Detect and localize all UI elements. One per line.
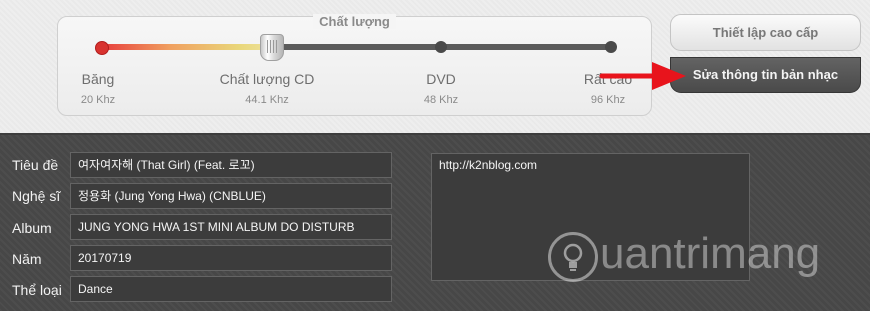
- album-label: Album: [12, 220, 52, 236]
- album-field[interactable]: JUNG YONG HWA 1ST MINI ALBUM DO DISTURB: [70, 214, 392, 240]
- genre-field[interactable]: Dance: [70, 276, 392, 302]
- quality-level-name: DVD: [426, 71, 456, 87]
- quality-level-name: Băng: [81, 71, 115, 87]
- quality-stop-very-high[interactable]: [605, 41, 617, 53]
- title-label: Tiêu đề: [12, 157, 59, 173]
- quality-stop-dvd[interactable]: [435, 41, 448, 53]
- quality-level-rate: 96 Khz: [590, 94, 626, 106]
- artist-label: Nghệ sĩ: [12, 188, 61, 204]
- lightbulb-icon: [548, 232, 598, 282]
- artist-field[interactable]: 정용화 (Jung Yong Hwa) (CNBLUE): [70, 183, 392, 209]
- red-arrow-icon: [599, 62, 686, 90]
- quality-title: Chất lượng: [58, 14, 651, 29]
- watermark: uantrimang: [548, 229, 838, 289]
- quality-level-rate: 48 Khz: [423, 94, 459, 106]
- advanced-settings-button[interactable]: Thiết lập cao cấp: [670, 14, 861, 51]
- edit-tags-button[interactable]: Sửa thông tin bản nhạc: [670, 57, 861, 93]
- quality-stop-tape[interactable]: [95, 41, 109, 55]
- tag-editor-panel: Tiêu đề 여자여자해 (That Girl) (Feat. 로꼬) Ngh…: [0, 133, 870, 311]
- quality-slider-fill: [101, 44, 275, 50]
- genre-label: Thể loại: [12, 282, 62, 298]
- title-field[interactable]: 여자여자해 (That Girl) (Feat. 로꼬): [70, 152, 392, 178]
- year-label: Năm: [12, 251, 42, 267]
- quality-section: Chất lượng Băng 20 Khz Chất lượng CD 44.…: [0, 0, 870, 133]
- bottom-border: [0, 311, 870, 318]
- quality-slider[interactable]: [95, 34, 617, 61]
- quality-slider-thumb[interactable]: [260, 34, 285, 61]
- quality-panel: Chất lượng Băng 20 Khz Chất lượng CD 44.…: [57, 14, 652, 116]
- quality-level-rate: 20 Khz: [80, 94, 116, 106]
- watermark-text: uantrimang: [600, 229, 821, 278]
- quality-level-name: Chất lượng CD: [219, 71, 315, 87]
- year-field[interactable]: 20170719: [70, 245, 392, 271]
- quality-level-rate: 44.1 Khz: [245, 94, 289, 106]
